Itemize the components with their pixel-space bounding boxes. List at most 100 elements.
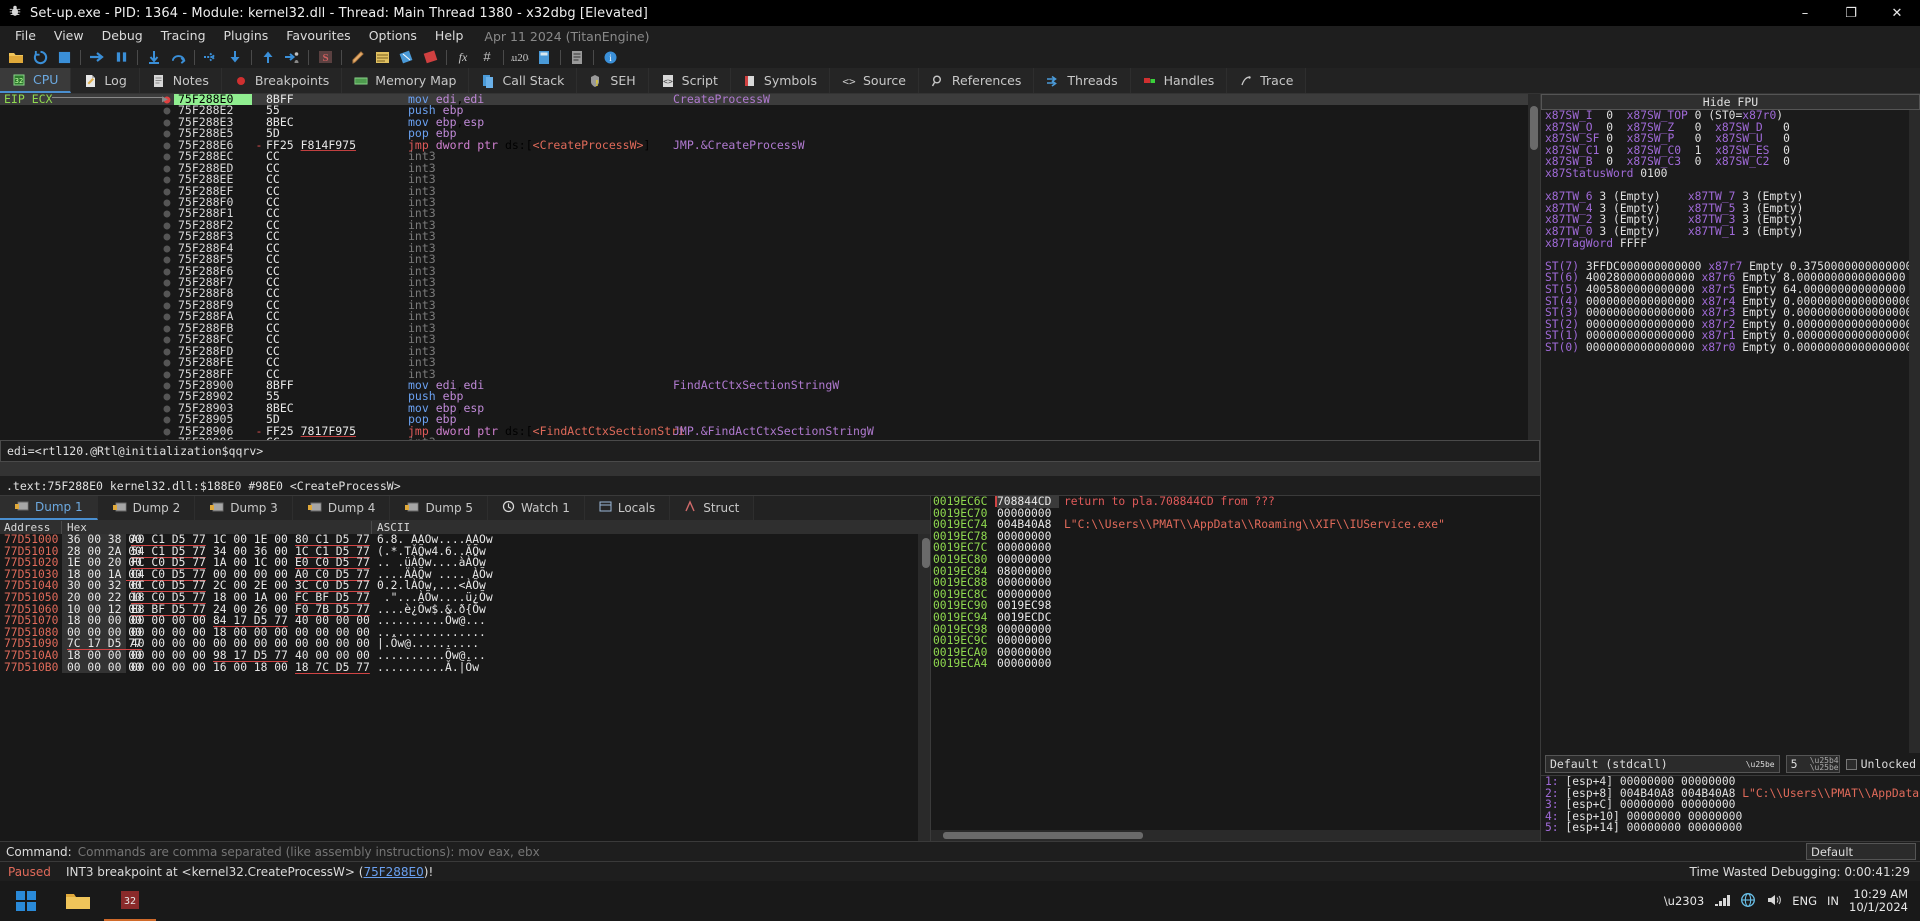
tab-cpu[interactable]: 32 CPU (0, 68, 72, 93)
tab-trace[interactable]: Trace (1227, 68, 1307, 93)
argument-list[interactable]: 1: [esp+4] 00000000 00000000 2: [esp+8] 0… (1541, 775, 1920, 841)
dump-scrollbar[interactable] (918, 534, 930, 841)
command-input[interactable] (77, 842, 1806, 861)
dump-address[interactable]: 77D510A0 (0, 650, 62, 662)
fpu-scrollbar[interactable] (1909, 110, 1920, 753)
stack-row[interactable]: 0019EC80 00000000 (933, 554, 1540, 566)
trace-into-icon[interactable] (199, 47, 223, 67)
dump-hex-group[interactable]: 36 00 38 00 (62, 534, 142, 546)
dump-row[interactable]: 77D510B0 00 00 00 00 00 00 00 00 16 00 18 0… (0, 661, 918, 674)
tab-threads[interactable]: Threads (1034, 68, 1131, 93)
dump-ascii[interactable]: ..........Ă.|Õw (372, 661, 918, 674)
dump-tab-watch-1[interactable]: Watch 1 (488, 496, 585, 520)
dump-hex-group[interactable]: 00 00 00 00 (126, 650, 208, 662)
stack-value[interactable]: 00000000 (997, 635, 1059, 647)
dump-tab-dump-1[interactable]: Dump 1 (0, 496, 98, 520)
stepper-arrows-icon[interactable]: \u25b4 \u25be (1810, 757, 1839, 772)
stack-list[interactable]: 0019EC6C 708844CD return to pla.708844CD f… (931, 496, 1540, 830)
hide-fpu-button[interactable]: Hide FPU (1541, 94, 1920, 110)
tab-script[interactable]: <> Script (648, 68, 731, 93)
maximize-button[interactable]: ❐ (1828, 0, 1874, 26)
tab-notes[interactable]: Notes (139, 68, 222, 93)
menu-help[interactable]: Help (426, 26, 473, 46)
menu-plugins[interactable]: Plugins (215, 26, 278, 46)
unlocked-checkbox[interactable] (1845, 758, 1857, 770)
x32dbg-icon[interactable]: 32 (104, 881, 156, 921)
reference-icon[interactable] (565, 47, 589, 67)
disassembly-list[interactable]: EIP ECX ▶ ● 75F288E0 8BFF mov edi,edi CreatePr… (0, 94, 1528, 440)
dump-hex-list[interactable]: 77D51000 36 00 38 00 A0 C1 D5 77 1C 00 1E 0… (0, 534, 918, 841)
fpu-register-row[interactable]: x87TagWord FFFF (1545, 237, 1920, 250)
stack-address[interactable]: 0019EC6C (933, 496, 995, 508)
stack-row[interactable]: 0019EC6C 708844CD return to pla.708844CD f… (933, 496, 1540, 508)
tab-symbols[interactable]: Symbols (730, 68, 830, 93)
command-context-select[interactable]: Default (1806, 843, 1916, 860)
step-into-icon[interactable] (142, 47, 166, 67)
dump-ascii[interactable]: ..........Õw@... (372, 650, 918, 662)
stack-address[interactable]: 0019ECA4 (933, 658, 995, 670)
tab-log[interactable]: Log (71, 68, 140, 93)
about-icon[interactable]: i (598, 47, 622, 67)
stack-address[interactable]: 0019EC80 (933, 554, 995, 566)
dump-hex-group[interactable]: 20 00 22 00 (62, 592, 142, 604)
fpu-register-row[interactable]: x87StatusWord 0100 (1545, 168, 1920, 180)
close-button[interactable]: ✕ (1874, 0, 1920, 26)
stack-hscrollbar[interactable] (931, 830, 1540, 841)
globe-icon[interactable] (1740, 892, 1756, 911)
dump-hex-group[interactable]: 16 00 18 00 (208, 661, 290, 674)
tab-memory-map[interactable]: Memory Map (342, 68, 470, 93)
dump-col-hex[interactable]: Hex (62, 520, 372, 534)
tab-source[interactable]: <> Source (829, 68, 919, 93)
dump-hex-group[interactable]: 18 00 00 00 (62, 615, 142, 627)
log-icon[interactable] (370, 47, 394, 67)
skip-icon[interactable]: S (313, 47, 337, 67)
step-over-icon[interactable] (166, 47, 190, 67)
tab-call-stack[interactable]: Call Stack (469, 68, 578, 93)
language-indicator[interactable]: ENG (1792, 894, 1817, 908)
dump-hex-group[interactable]: 00 00 00 00 (126, 661, 208, 674)
hash-icon[interactable]: # (475, 47, 499, 67)
calculator-icon[interactable] (532, 47, 556, 67)
tab-breakpoints[interactable]: Breakpoints (221, 68, 343, 93)
menu-view[interactable]: View (45, 26, 93, 46)
menu-options[interactable]: Options (360, 26, 426, 46)
breakpoint-dot-icon[interactable]: ● (160, 436, 174, 440)
dump-col-address[interactable]: Address (0, 520, 62, 534)
unlocked-checkbox-group[interactable]: Unlocked (1845, 757, 1916, 771)
fpu-register-list[interactable]: x87SW_I 0 x87SW_TOP 0 (ST0=x87r0) x87SW_O… (1541, 110, 1920, 753)
dump-tab-locals[interactable]: Locals (584, 496, 671, 520)
restart-icon[interactable] (28, 47, 52, 67)
status-message-address-link[interactable]: 75F288E0 (363, 865, 423, 879)
dump-address[interactable]: 77D51000 (0, 534, 62, 546)
scrollbar-thumb[interactable] (922, 538, 930, 568)
argument-count-stepper[interactable]: 5 \u25b4 \u25be (1785, 755, 1840, 773)
dump-tab-dump-4[interactable]: Dump 4 (292, 496, 391, 520)
dump-hex-group[interactable]: 18 7C D5 77 (290, 661, 372, 674)
tab-references[interactable]: References (918, 68, 1035, 93)
chevron-up-icon[interactable]: \u2303 (1664, 894, 1704, 908)
trace-over-icon[interactable] (223, 47, 247, 67)
run-icon[interactable] (85, 47, 109, 67)
font-icon[interactable]: A\u2082 (508, 47, 532, 67)
file-explorer-icon[interactable] (52, 881, 104, 921)
menu-debug[interactable]: Debug (93, 26, 152, 46)
dump-hex-group[interactable]: 40 00 00 00 (290, 615, 372, 627)
notes-icon[interactable] (394, 47, 418, 67)
scrollbar-thumb[interactable] (1530, 106, 1538, 150)
breakpoints-icon[interactable] (418, 47, 442, 67)
run-to-user-icon[interactable] (280, 47, 304, 67)
open-folder-icon[interactable] (4, 47, 28, 67)
dump-hex-group[interactable]: 1C 00 1E 00 (208, 534, 290, 546)
stack-row[interactable]: 0019EC9C 00000000 (933, 635, 1540, 647)
pause-icon[interactable] (109, 47, 133, 67)
dump-hex-group[interactable]: 18 00 1A 00 (208, 592, 290, 604)
stack-address[interactable]: 0019EC94 (933, 612, 995, 624)
stack-value[interactable]: 00000000 (997, 577, 1059, 589)
network-icon[interactable] (1714, 893, 1731, 910)
dump-hex-group[interactable]: 18 00 00 00 (62, 650, 142, 662)
stack-address[interactable]: 0019EC9C (933, 635, 995, 647)
stop-icon[interactable] (52, 47, 76, 67)
menu-tracing[interactable]: Tracing (152, 26, 215, 46)
stack-value[interactable]: 00000000 (997, 658, 1059, 670)
scrollbar-thumb[interactable] (943, 832, 1143, 839)
